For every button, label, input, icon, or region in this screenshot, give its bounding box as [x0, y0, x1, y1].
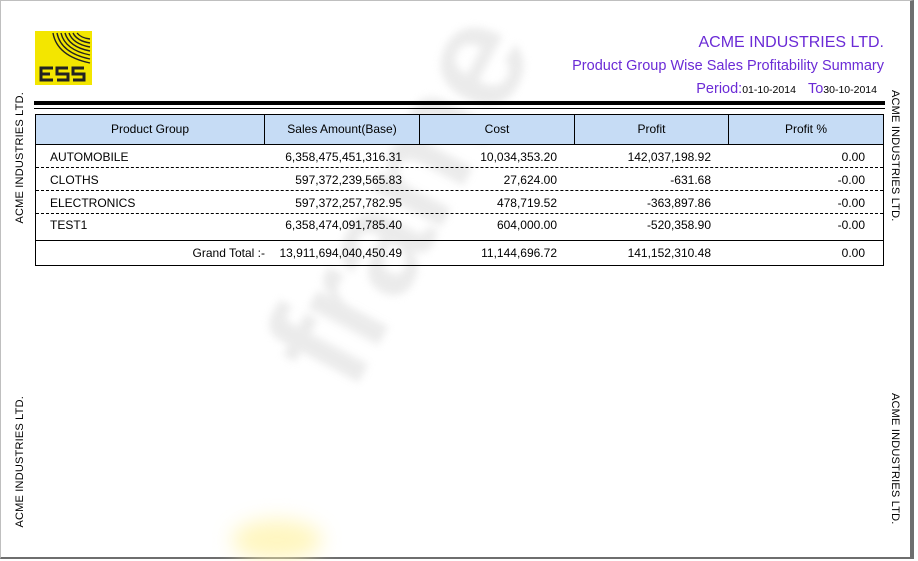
column-header-cost: Cost	[420, 115, 575, 144]
cell-sales-amount: 597,372,257,782.95	[295, 196, 402, 210]
report-period: Period:01-10-2014 To30-10-2014	[696, 81, 877, 97]
grand-total-profit: 141,152,310.48	[627, 246, 711, 260]
period-to: 30-10-2014	[823, 84, 877, 96]
cell-product-group: TEST1	[50, 218, 88, 232]
cell-cost: 27,624.00	[503, 173, 557, 187]
header-rule-thick	[34, 101, 885, 105]
side-company-right-top: ACME INDUSTRIES LTD.	[889, 90, 901, 222]
side-company-left-bottom: ACME INDUSTRIES LTD.	[14, 396, 26, 528]
cell-sales-amount: 597,372,239,565.83	[295, 173, 402, 187]
table-row: TEST1 6,358,474,091,785.40 604,000.00 -5…	[36, 214, 883, 236]
logo-graphic	[35, 31, 92, 85]
report-title: Product Group Wise Sales Profitability S…	[572, 58, 884, 74]
column-header-product-group: Product Group	[36, 115, 265, 144]
table-row: ELECTRONICS 597,372,257,782.95 478,719.5…	[36, 192, 883, 214]
cell-product-group: ELECTRONICS	[50, 196, 136, 210]
cell-profit: -631.68	[670, 173, 711, 187]
side-company-left-top: ACME INDUSTRIES LTD.	[14, 92, 26, 224]
watermark-highlight	[232, 520, 322, 560]
sales-table: Product Group Sales Amount(Base) Cost Pr…	[35, 114, 884, 266]
cell-profit: -363,897.86	[646, 196, 711, 210]
column-header-profit-pct: Profit %	[784, 122, 827, 136]
table-row: AUTOMOBILE 6,358,475,451,316.31 10,034,3…	[36, 146, 883, 168]
company-name: ACME INDUSTRIES LTD.	[698, 34, 885, 51]
cell-profit: 142,037,198.92	[627, 150, 711, 164]
cell-cost: 478,719.52	[496, 196, 557, 210]
period-from: 01-10-2014	[742, 84, 796, 96]
cell-cost: 604,000.00	[496, 218, 557, 232]
cell-cost: 10,034,353.20	[480, 150, 557, 164]
period-label: Period:	[696, 81, 743, 97]
cell-profit-pct: -0.00	[837, 218, 865, 232]
table-header: Product Group Sales Amount(Base) Cost Pr…	[36, 115, 883, 145]
period-to-label: To	[807, 81, 824, 97]
header-rule-thin	[34, 108, 885, 109]
cell-sales-amount: 6,358,475,451,316.31	[285, 150, 402, 164]
cell-product-group: CLOTHS	[50, 173, 99, 187]
table-row: CLOTHS 597,372,239,565.83 27,624.00 -631…	[36, 169, 883, 191]
company-logo	[35, 31, 92, 85]
column-header-profit: Profit	[575, 115, 729, 144]
cell-profit-pct: -0.00	[837, 173, 865, 187]
grand-total-cost: 11,144,696.72	[481, 246, 557, 260]
cell-product-group: AUTOMOBILE	[50, 150, 129, 164]
grand-total-sales: 13,911,694,040,450.49	[279, 246, 402, 260]
grand-total-pct: 0.00	[841, 246, 865, 260]
side-company-right-bottom: ACME INDUSTRIES LTD.	[889, 393, 901, 525]
cell-profit-pct: 0.00	[841, 150, 865, 164]
cell-sales-amount: 6,358,474,091,785.40	[285, 218, 402, 232]
grand-total-label: Grand Total :-	[192, 246, 265, 260]
cell-profit-pct: -0.00	[837, 196, 865, 210]
column-header-sales-amount: Sales Amount(Base)	[265, 115, 420, 144]
cell-profit: -520,358.90	[646, 218, 711, 232]
grand-total-row: Grand Total :- 13,911,694,040,450.49 11,…	[36, 240, 883, 263]
